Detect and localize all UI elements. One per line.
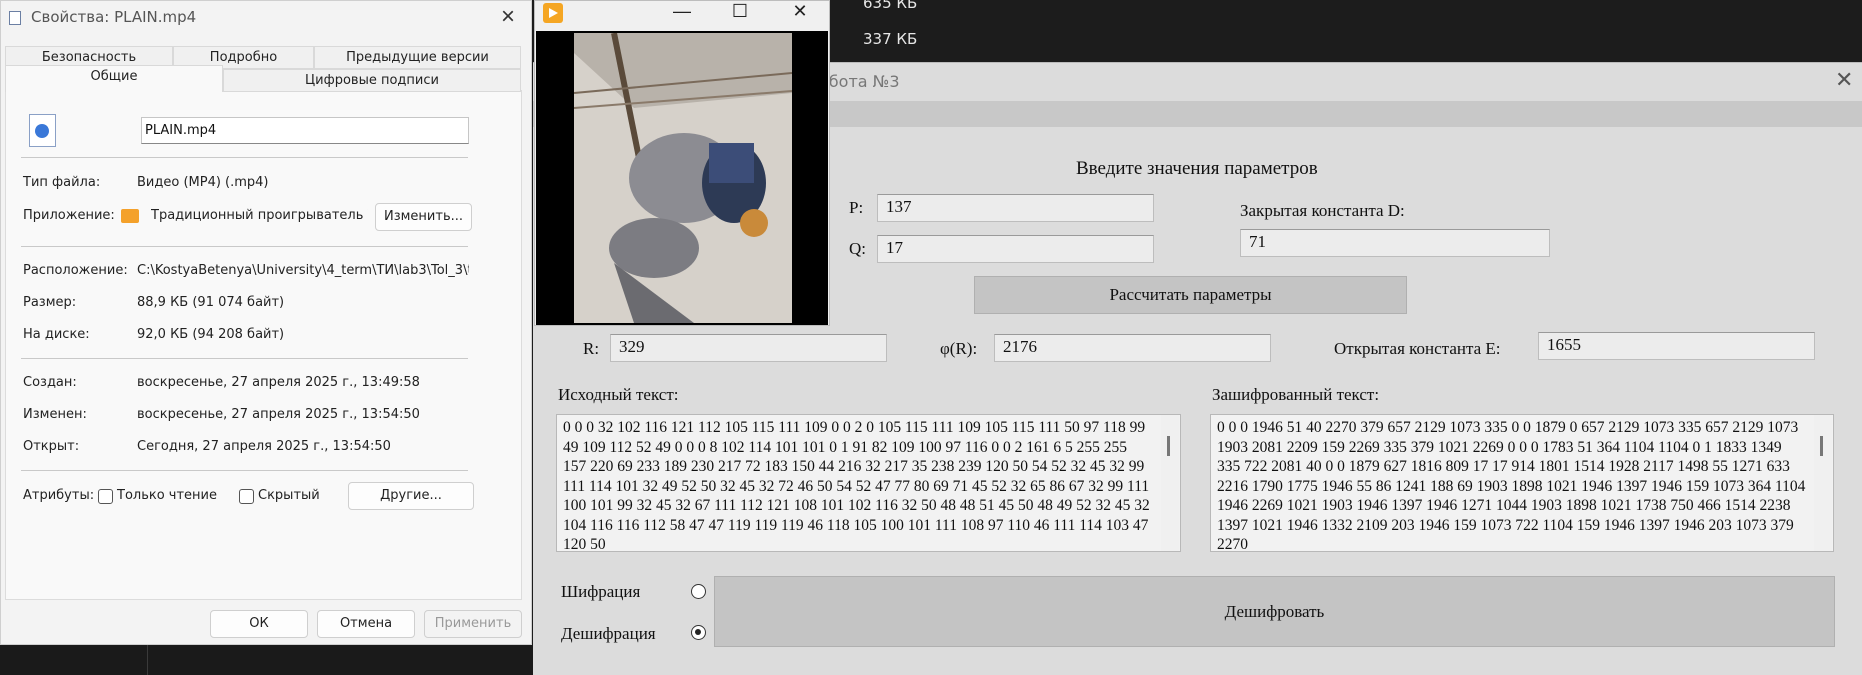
q-input[interactable]: 17 — [877, 235, 1154, 263]
divider — [21, 157, 468, 158]
cipher-text-area[interactable]: 0 0 0 1946 51 40 2270 379 657 2129 1073 … — [1210, 414, 1834, 552]
maximize-icon[interactable]: ☐ — [725, 1, 755, 22]
opened-label: Открыт: — [23, 439, 80, 454]
hidden-checkbox[interactable] — [239, 489, 254, 504]
size-value: 88,9 КБ (91 074 байт) — [137, 295, 285, 310]
scrollbar[interactable] — [1814, 415, 1832, 551]
decrypt-button[interactable]: Дешифровать — [714, 576, 1835, 647]
encrypt-radio[interactable] — [691, 584, 706, 599]
cancel-button[interactable]: Отмена — [317, 610, 415, 638]
close-icon[interactable]: ✕ — [785, 1, 815, 22]
minimize-icon[interactable]: — — [667, 1, 697, 22]
decrypt-radio[interactable] — [691, 625, 706, 640]
titlebar: Свойства: PLAIN.mp4 × — [1, 1, 531, 33]
other-attributes-button[interactable]: Другие... — [348, 482, 474, 510]
file-icon — [9, 11, 21, 25]
source-text-label: Исходный текст: — [558, 385, 679, 404]
change-button[interactable]: Изменить... — [375, 203, 472, 231]
public-key-e-output: 1655 — [1538, 332, 1815, 360]
cipher-text-content: 0 0 0 1946 51 40 2270 379 657 2129 1073 … — [1217, 419, 1806, 552]
cipher-text-label: Зашифрованный текст: — [1212, 385, 1380, 404]
parameters-heading: Введите значения параметров — [1076, 158, 1318, 179]
file-size-text: 635 КБ — [863, 0, 918, 12]
close-icon[interactable]: × — [501, 3, 515, 31]
r-output: 329 — [610, 334, 887, 362]
r-label: R: — [583, 339, 600, 358]
disk-size-label: На диске: — [23, 327, 90, 342]
tab-previous-versions[interactable]: Предыдущие версии — [314, 46, 521, 69]
scrollbar[interactable] — [1161, 415, 1179, 551]
p-input[interactable]: 137 — [877, 194, 1154, 222]
media-player-icon — [121, 209, 139, 223]
location-label: Расположение: — [23, 263, 128, 278]
q-label: Q: — [849, 239, 866, 258]
close-icon[interactable]: ✕ — [1835, 67, 1853, 93]
decrypt-label: Дешифрация — [561, 624, 656, 643]
opened-value: Сегодня, 27 апреля 2025 г., 13:54:50 — [137, 439, 391, 454]
disk-size-value: 92,0 КБ (94 208 байт) — [137, 327, 285, 342]
file-size-text: 337 КБ — [863, 30, 918, 48]
hidden-label: Скрытый — [258, 488, 320, 503]
public-key-e-label: Открытая константа E: — [1334, 339, 1501, 358]
media-player-window: — ☐ ✕ — [534, 0, 830, 326]
app-value: Традиционный проигрыватель W — [151, 208, 368, 223]
phi-label: φ(R): — [940, 339, 978, 358]
created-label: Создан: — [23, 375, 77, 390]
app-label: Приложение: — [23, 208, 115, 223]
calculate-parameters-button[interactable]: Рассчитать параметры — [974, 276, 1407, 314]
file-type-value: Видео (MP4) (.mp4) — [137, 175, 269, 190]
tab-general[interactable]: Общие — [5, 65, 223, 92]
media-player-icon — [543, 3, 563, 23]
p-label: P: — [849, 198, 864, 217]
size-label: Размер: — [23, 295, 77, 310]
created-value: воскресенье, 27 апреля 2025 г., 13:49:58 — [137, 375, 420, 390]
apply-button[interactable]: Применить — [424, 610, 522, 638]
window-title: абота №3 — [819, 72, 900, 91]
attributes-label: Атрибуты: — [23, 488, 95, 503]
dialog-title: Свойства: PLAIN.mp4 — [31, 8, 197, 26]
video-frame — [574, 33, 792, 323]
readonly-label: Только чтение — [117, 488, 218, 503]
file-type-label: Тип файла: — [23, 175, 101, 190]
video-still-image — [574, 33, 792, 323]
encrypt-label: Шифрация — [561, 582, 641, 601]
properties-dialog: Свойства: PLAIN.mp4 × Безопасность Подро… — [0, 0, 532, 645]
general-pane — [5, 90, 522, 600]
background-file-list — [850, 0, 1862, 62]
video-area[interactable] — [536, 31, 828, 325]
readonly-checkbox[interactable] — [98, 489, 113, 504]
ok-button[interactable]: ОК — [210, 610, 308, 638]
tab-digital-signatures[interactable]: Цифровые подписи — [223, 69, 521, 92]
file-name-input[interactable] — [141, 117, 469, 144]
scrollbar-thumb[interactable] — [1167, 436, 1170, 456]
private-key-d-label: Закрытая константа D: — [1240, 201, 1405, 220]
modified-value: воскресенье, 27 апреля 2025 г., 13:54:50 — [137, 407, 420, 422]
divider — [21, 470, 468, 471]
divider — [21, 358, 468, 359]
phi-output: 2176 — [994, 334, 1271, 362]
media-file-icon — [29, 114, 56, 147]
source-text-area[interactable]: 0 0 0 32 102 116 121 112 105 115 111 109… — [556, 414, 1181, 552]
source-text-content: 0 0 0 32 102 116 121 112 105 115 111 109… — [563, 419, 1150, 552]
divider — [21, 246, 468, 247]
modified-label: Изменен: — [23, 407, 87, 422]
taskbar-strip — [0, 643, 535, 675]
scrollbar-thumb[interactable] — [1820, 436, 1823, 456]
location-value: C:\KostyaBetenya\University\4_term\ТИ\la… — [137, 263, 469, 278]
private-key-d-input[interactable]: 71 — [1240, 229, 1550, 257]
